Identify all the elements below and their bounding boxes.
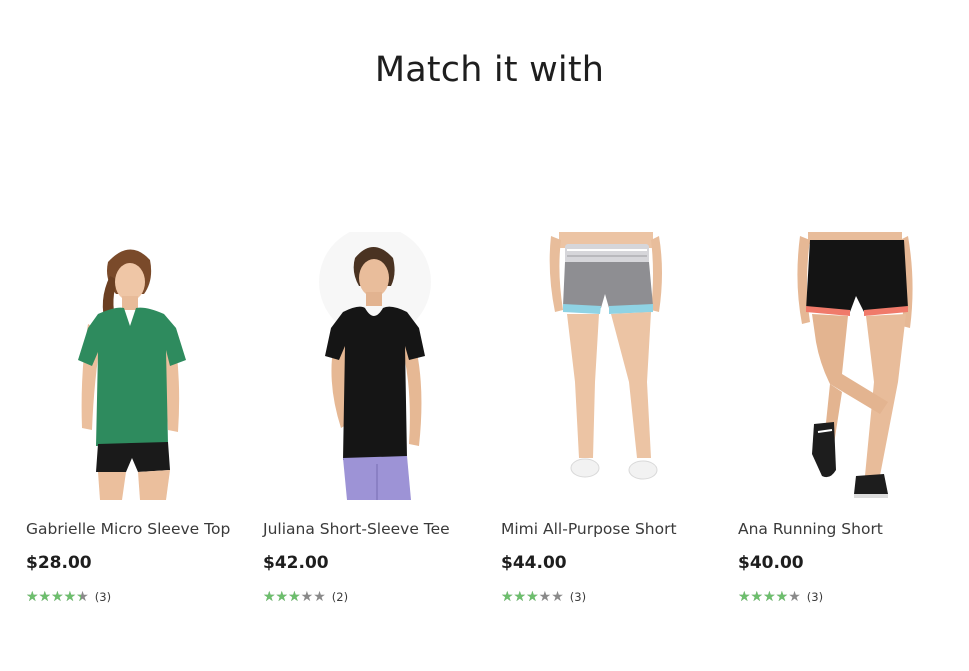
black-shorts-photo: [797, 232, 913, 498]
product-name-link[interactable]: Ana Running Short: [738, 519, 968, 539]
product-price: $44.00: [501, 553, 567, 573]
product-grid: Gabrielle Micro Sleeve Top $28.00 ★★★★★ …: [26, 232, 946, 612]
rating-stars-filled: ★★★★★: [501, 589, 539, 605]
product-name-link[interactable]: Juliana Short-Sleeve Tee: [263, 519, 493, 539]
shorts-shape: [563, 262, 653, 308]
rating-stars-filled: ★★★★★: [26, 589, 81, 605]
review-count-link[interactable]: (3): [807, 590, 823, 604]
product-image-link[interactable]: [263, 232, 468, 500]
product-rating[interactable]: ★★★★★ ★★★★★ (2): [263, 589, 348, 605]
product-price: $28.00: [26, 553, 92, 573]
gray-shorts-photo: [549, 232, 662, 480]
rating-stars: ★★★★★ ★★★★★: [738, 589, 801, 605]
rating-stars: ★★★★★ ★★★★★: [263, 589, 326, 605]
product-name-link[interactable]: Gabrielle Micro Sleeve Top: [26, 519, 256, 539]
product-price: $42.00: [263, 553, 329, 573]
product-card: Gabrielle Micro Sleeve Top $28.00 ★★★★★ …: [26, 232, 231, 612]
product-image-link[interactable]: [501, 232, 706, 500]
product-image-link[interactable]: [738, 232, 943, 500]
product-rating[interactable]: ★★★★★ ★★★★★ (3): [501, 589, 586, 605]
rating-stars-filled: ★★★★★: [738, 589, 789, 605]
review-count-link[interactable]: (3): [570, 590, 586, 604]
product-card: Juliana Short-Sleeve Tee $42.00 ★★★★★ ★★…: [263, 232, 468, 612]
product-image-link[interactable]: [26, 232, 231, 500]
review-count-link[interactable]: (3): [95, 590, 111, 604]
product-rating[interactable]: ★★★★★ ★★★★★ (3): [26, 589, 111, 605]
rating-stars: ★★★★★ ★★★★★: [501, 589, 564, 605]
product-card: Ana Running Short $40.00 ★★★★★ ★★★★★ (3): [738, 232, 943, 612]
shorts-shape: [806, 240, 908, 312]
product-name-link[interactable]: Mimi All-Purpose Short: [501, 519, 731, 539]
woman-green-tee-photo: [78, 249, 186, 500]
review-count-link[interactable]: (2): [332, 590, 348, 604]
product-rating[interactable]: ★★★★★ ★★★★★ (3): [738, 589, 823, 605]
product-price: $40.00: [738, 553, 804, 573]
rating-stars: ★★★★★ ★★★★★: [26, 589, 89, 605]
rating-stars-filled: ★★★★★: [263, 589, 301, 605]
product-card: Mimi All-Purpose Short $44.00 ★★★★★ ★★★★…: [501, 232, 706, 612]
woman-black-tee-photo: [319, 232, 431, 500]
section-title: Match it with: [374, 50, 605, 90]
